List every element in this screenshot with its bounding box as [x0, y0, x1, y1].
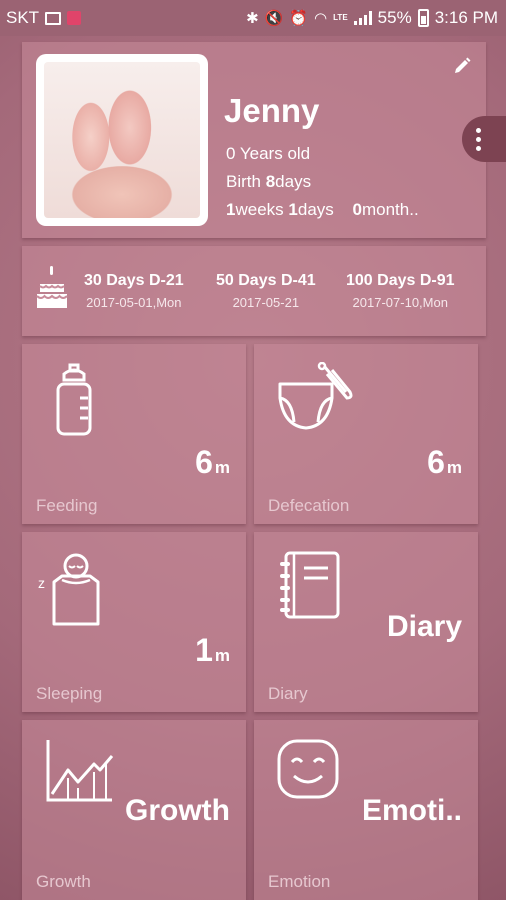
- sleeping-label: Sleeping: [36, 684, 103, 703]
- more-vert-icon[interactable]: [462, 116, 506, 162]
- alarm-icon: ⏰: [289, 9, 309, 27]
- growth-label: Growth: [36, 872, 91, 891]
- notebook-icon: [280, 551, 340, 619]
- baby-bottle-icon: [56, 363, 92, 436]
- baby-name: Jenny: [224, 92, 320, 129]
- dday-item-30[interactable]: 30 Days D-21 2017-05-01,Mon: [84, 272, 184, 310]
- battery-icon: [417, 9, 429, 27]
- diary-label: Diary: [268, 684, 308, 703]
- feeding-value: 6m: [195, 444, 230, 480]
- lte-indicator: LTE: [333, 13, 348, 22]
- defecation-tile[interactable]: 6m Defecation: [254, 344, 478, 524]
- dday-item-100[interactable]: 100 Days D-91 2017-07-10,Mon: [346, 272, 455, 310]
- age-text: 0 Years old: [226, 144, 311, 163]
- defecation-value: 6m: [427, 444, 462, 480]
- svg-text:z: z: [38, 575, 45, 591]
- emotion-tile[interactable]: Emoti.. Emotion: [254, 720, 478, 900]
- mute-icon: 🔇: [264, 9, 284, 27]
- dday-card[interactable]: 30 Days D-21 2017-05-01,Mon 50 Days D-41…: [22, 246, 486, 336]
- signal-icon: [353, 11, 372, 25]
- wifi-icon: ◠: [314, 9, 328, 27]
- birth-days-text: Birth 8days: [226, 172, 312, 191]
- growth-chart-icon: [46, 740, 114, 802]
- bluetooth-icon: ✱: [246, 9, 259, 27]
- baby-feet-photo: [44, 62, 200, 218]
- pencil-icon[interactable]: [452, 56, 472, 76]
- smiley-face-icon: [277, 739, 339, 799]
- age-breakdown-text: 1weeks 1days 0month..: [226, 200, 419, 219]
- sleeping-tile[interactable]: z 1m Sleeping: [22, 532, 246, 712]
- dday-item-50[interactable]: 50 Days D-41 2017-05-21: [216, 272, 316, 310]
- diary-tile[interactable]: Diary Diary: [254, 532, 478, 712]
- defecation-label: Defecation: [268, 496, 350, 515]
- carrier-label: SKT: [6, 8, 40, 27]
- gallery-notification-icon: [45, 11, 62, 25]
- emotion-label: Emotion: [268, 872, 331, 891]
- feeding-tile[interactable]: 6m Feeding: [22, 344, 246, 524]
- sleeping-value: 1m: [195, 632, 230, 668]
- diary-value: Diary: [386, 610, 462, 643]
- clock: 3:16 PM: [434, 8, 498, 27]
- battery-percent: 55%: [377, 8, 412, 27]
- growth-tile[interactable]: Growth Growth: [22, 720, 246, 900]
- growth-value: Growth: [125, 794, 230, 827]
- sleeping-baby-icon: z: [38, 553, 100, 626]
- emotion-value: Emoti..: [361, 794, 462, 827]
- status-bar: SKT ✱ 🔇 ⏰ ◠ LTE 55% 3:16 PM: [0, 0, 506, 36]
- birthday-cake-icon: [36, 266, 68, 308]
- baby-photo[interactable]: [36, 54, 208, 226]
- diaper-icon: [278, 362, 353, 430]
- baby-profile-card[interactable]: Jenny 0 Years old Birth 8days 1weeks 1da…: [22, 42, 506, 238]
- feeding-label: Feeding: [36, 496, 98, 515]
- gift-notification-icon: [67, 11, 82, 25]
